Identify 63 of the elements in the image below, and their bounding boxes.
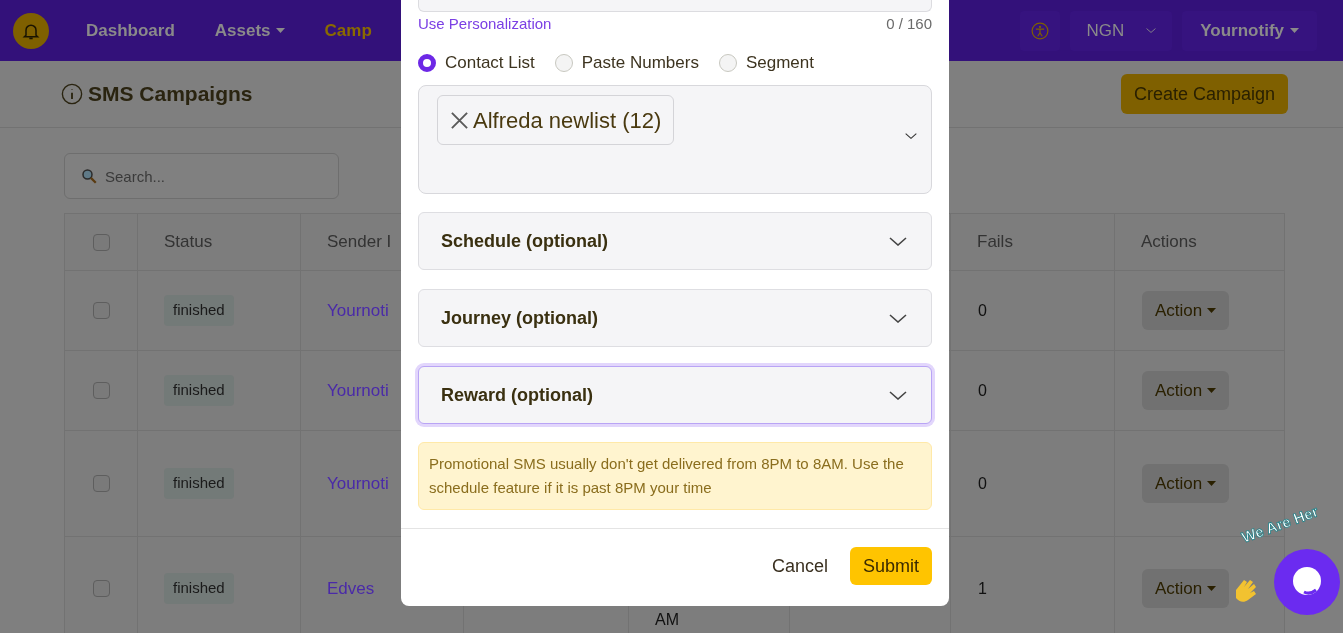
alert-message: Promotional SMS usually don't get delivered from 8PM to 8AM. Use the schedule feature if it is past 8PM your time xyxy=(418,442,932,510)
chevron-down-icon xyxy=(889,313,907,323)
caret-icon xyxy=(1207,308,1217,313)
chevron-down-icon xyxy=(889,236,907,246)
personalization-link[interactable]: Use Personalization xyxy=(418,12,552,36)
recipient-type-radio[interactable]: Paste Numbers xyxy=(554,50,699,76)
sender-link[interactable]: Edves xyxy=(327,575,375,602)
recipient-type-radio[interactable]: Contact List xyxy=(418,50,535,76)
accordion-header[interactable]: Schedule (optional) xyxy=(418,212,932,270)
chevron-down-icon xyxy=(905,133,917,139)
status-badge: finished xyxy=(164,573,234,604)
account-menu[interactable]: Yournotify xyxy=(1182,10,1317,51)
table-cell-text: 0 xyxy=(978,473,987,494)
table-cell-text: 0 xyxy=(978,300,987,321)
chevron-down-icon xyxy=(889,390,907,400)
status-badge: finished xyxy=(164,375,234,406)
chat-greeting-text: We Are Her xyxy=(1236,496,1343,548)
create-campaign-button[interactable]: Create Campaign xyxy=(1120,74,1288,114)
action-dropdown-button[interactable]: Action xyxy=(1142,291,1230,330)
caret-icon xyxy=(1207,388,1217,393)
recipient-type-radio[interactable]: Segment xyxy=(718,50,814,76)
nav-link[interactable]: Dashboard xyxy=(86,17,175,44)
currency-select[interactable]: NGN xyxy=(1070,10,1173,51)
sender-link[interactable]: Yournoti xyxy=(327,377,389,404)
action-dropdown-button[interactable]: Action xyxy=(1142,569,1230,608)
status-badge: finished xyxy=(164,468,234,499)
accordion-header[interactable]: Reward (optional) xyxy=(418,366,932,424)
column-header: Actions xyxy=(1141,231,1197,254)
close-icon[interactable] xyxy=(450,110,469,130)
action-dropdown-button[interactable]: Action xyxy=(1142,371,1230,410)
row-checkbox[interactable] xyxy=(92,382,110,399)
caret-icon xyxy=(1207,481,1217,486)
search-icon xyxy=(80,167,98,185)
cancel-button[interactable]: Cancel xyxy=(771,547,828,585)
column-header: Fails xyxy=(977,231,1013,254)
row-checkbox[interactable] xyxy=(92,233,110,251)
nav-link[interactable]: Camp xyxy=(324,17,372,44)
table-cell-text: 0 xyxy=(978,380,987,401)
column-header: Status xyxy=(164,231,213,254)
row-checkbox[interactable] xyxy=(92,580,110,597)
chevron-down-icon xyxy=(1146,28,1157,33)
accessibility-icon[interactable] xyxy=(1020,10,1061,51)
page-title: SMS Campaigns xyxy=(88,81,253,108)
accordion-header[interactable]: Journey (optional) xyxy=(418,289,932,347)
table-cell-text: 1 xyxy=(978,578,987,599)
sender-link[interactable]: Yournoti xyxy=(327,470,389,497)
character-count: 0 / 160 xyxy=(886,13,932,34)
sender-link[interactable]: Yournoti xyxy=(327,297,389,324)
bell-logo-icon[interactable] xyxy=(13,12,49,49)
caret-icon xyxy=(1207,586,1217,591)
caret-icon xyxy=(1290,28,1299,33)
info-icon xyxy=(61,83,83,105)
column-header: Sender I xyxy=(327,231,392,254)
contact-list-select[interactable]: Alfreda newlist (12) xyxy=(418,85,932,194)
submit-button[interactable]: Submit xyxy=(849,547,932,585)
status-badge: finished xyxy=(164,295,234,326)
row-checkbox[interactable] xyxy=(92,302,110,319)
nav-link[interactable]: Assets xyxy=(214,17,285,44)
table-cell-text: AM xyxy=(655,610,679,630)
action-dropdown-button[interactable]: Action xyxy=(1142,464,1230,503)
row-checkbox[interactable] xyxy=(92,475,110,492)
selected-list-chip: Alfreda newlist (12) xyxy=(437,95,675,145)
search-field[interactable]: Search... xyxy=(64,153,339,199)
